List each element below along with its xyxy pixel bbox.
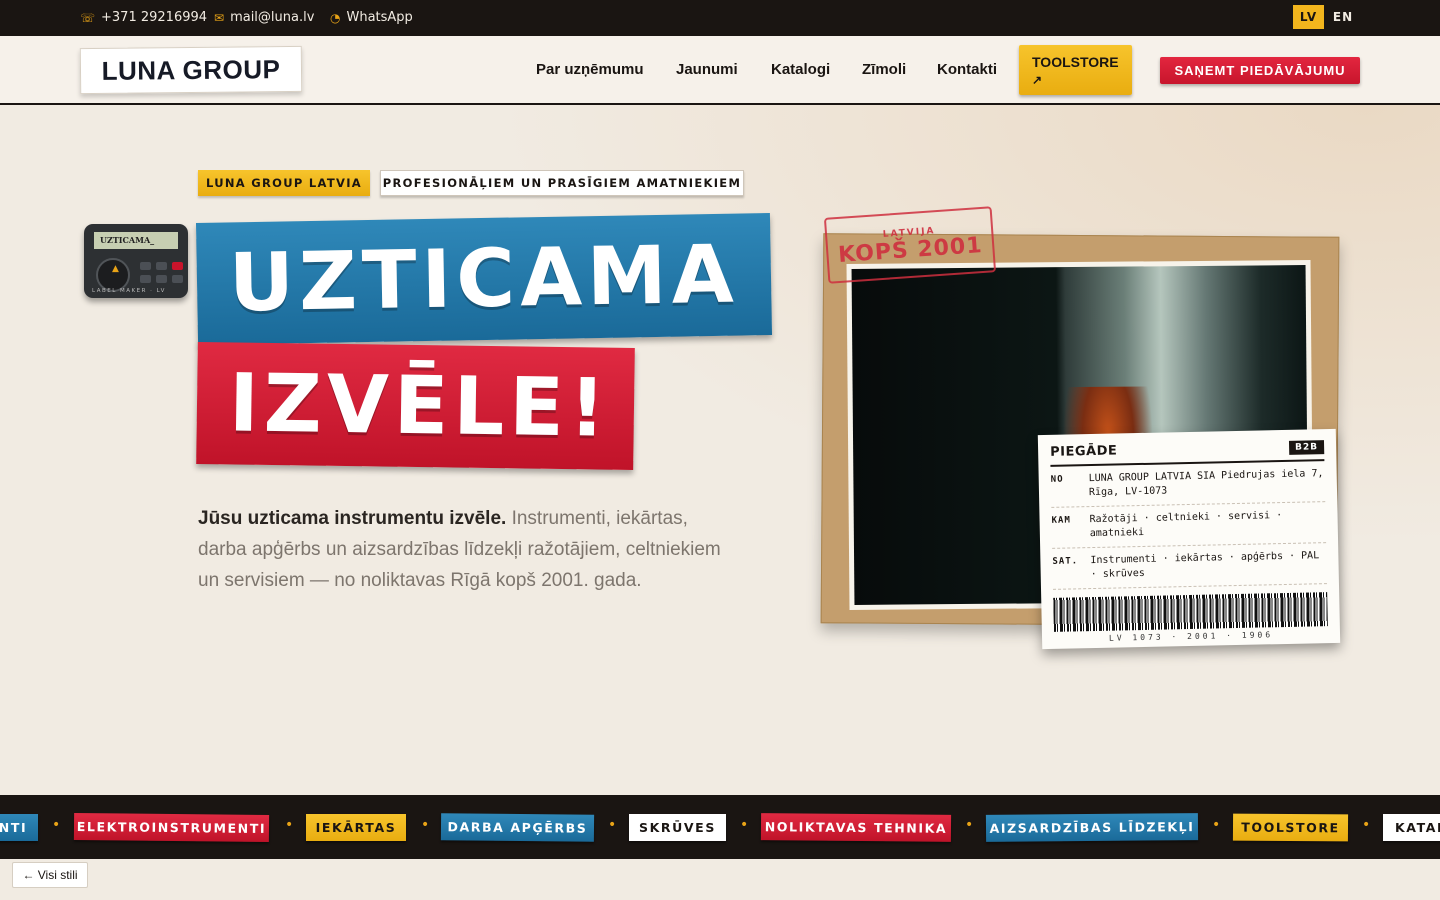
email-address: mail@luna.lv [230,10,315,25]
barcode [1053,592,1328,632]
hero-title-line2-text: IZVĒLE! [228,356,612,455]
hero-title-line2: IZVĒLE! [196,341,635,471]
site-header: LUNA GROUP Par uzņēmumu Jaunumi Katalogi… [0,36,1440,105]
shipping-row-key: SAT. [1052,556,1079,567]
label-maker-screen: UZTICAMA_ [94,232,178,249]
ticker-chip[interactable]: NOLIKTAVAS TEHNIKA [760,813,952,842]
b2b-badge: B2B [1288,439,1325,455]
nav-about[interactable]: Par uzņēmumu [536,61,644,78]
dial-arrow-icon: ▲ [112,264,119,274]
ticker-separator: • [608,817,617,833]
label-maker-key [156,262,167,270]
shipping-row-to: KAM Ražotāji · celtnieki · servisi · ama… [1051,502,1327,549]
label-maker-brand: LABEL MAKER · LV [92,288,166,294]
toolstore-button[interactable]: TOOLSTORE ↗ [1019,45,1132,95]
nav-contacts[interactable]: Kontakti [937,61,997,78]
shipping-row-value: LUNA GROUP LATVIA SIA Piedrujas iela 7, … [1088,468,1324,499]
toolstore-label: TOOLSTORE [1032,54,1119,70]
label-maker-key [140,275,151,283]
nav-news[interactable]: Jaunumi [676,61,738,78]
label-maker-dial: ▲ [96,258,130,292]
shipping-row-from: NO LUNA GROUP LATVIA SIA Piedrujas iela … [1050,461,1326,508]
ticker-separator: • [740,817,749,833]
ticker-chip[interactable]: TOOLSTORE [1232,813,1349,842]
ticker-separator: • [52,817,61,833]
ticker-separator: • [1362,817,1371,833]
hero-tag-secondary: PROFESIONĀĻIEM UN PRASĪGIEM AMATNIEKIEM [380,170,744,196]
nav-brands[interactable]: Zīmoli [862,61,906,78]
ticker-separator: • [421,817,430,833]
lang-lv-button[interactable]: LV [1293,5,1324,29]
logo[interactable]: LUNA GROUP [79,45,303,95]
hero-intro: Jūsu uzticama instrumentu izvēle. Instru… [198,503,738,596]
shipping-row-key: NO [1050,474,1064,485]
whatsapp-link[interactable]: ◔ WhatsApp [330,10,413,25]
shipping-row-value: Instrumenti · iekārtas · apģērbs · PAL ·… [1090,550,1320,581]
shipping-row-contents: SAT. Instrumenti · iekārtas · apģērbs · … [1052,543,1327,590]
mail-icon: ✉ [214,10,225,25]
hero-tag-primary: LUNA GROUP LATVIA [198,170,370,196]
external-link-icon: ↗ [1032,73,1043,87]
whatsapp-icon: ◔ [330,10,341,25]
category-ticker: NTI • ELEKTROINSTRUMENTI • IEKĀRTAS • DA… [0,795,1440,859]
lang-en-button[interactable]: EN [1328,5,1358,29]
ticker-separator: • [285,817,294,833]
ticker-chip[interactable]: DARBA APĢĒRBS [440,813,595,842]
ticker-chip[interactable]: SKRŪVES [629,814,726,841]
ticker-chip[interactable]: ELEKTROINSTRUMENTI [73,812,270,843]
label-maker-key [140,262,151,270]
whatsapp-label: WhatsApp [346,10,413,25]
ticker-chip[interactable]: IEKĀRTAS [306,814,406,841]
since-stamp: LATVIJA KOPŠ 2001 [823,206,997,284]
shipping-row-value: Ražotāji · celtnieki · servisi · amatnie… [1089,510,1283,540]
phone-icon: ☏ [80,10,96,25]
ticker-chip[interactable]: NTI [0,814,38,841]
phone-number: +371 29216994 [101,10,208,25]
label-maker-key [156,275,167,283]
shipping-label: PIEGĀDE B2B NO LUNA GROUP LATVIA SIA Pie… [1037,428,1341,650]
ticker-chip[interactable]: KATAL [1383,814,1440,841]
email-link[interactable]: ✉ mail@luna.lv [214,10,314,25]
phone-link[interactable]: ☏ +371 29216994 [80,10,207,25]
ticker-separator: • [1212,817,1221,833]
shipping-label-title: PIEGĀDE [1049,443,1118,460]
barcode-text: LV 1073 · 2001 · 1906 [1108,630,1274,643]
label-maker-key [172,262,183,270]
ticker-separator: • [965,817,974,833]
hero-title-line1-text: UZTICAMA [228,227,740,330]
stamp-year: KOPŠ 2001 [837,232,984,268]
ticker-chip[interactable]: AIZSARDZĪBAS LĪDZEKĻI [985,813,1199,842]
hero-intro-bold: Jūsu uzticama instrumentu izvēle. [198,508,507,529]
label-maker-key [172,275,183,283]
label-maker-illustration: UZTICAMA_ ▲ LABEL MAKER · LV [84,224,188,298]
shipping-row-key: KAM [1051,515,1071,526]
get-quote-button[interactable]: SAŅEMT PIEDĀVĀJUMU [1160,57,1360,84]
nav-catalogs[interactable]: Katalogi [771,61,830,78]
hero-title-line1: UZTICAMA [195,213,773,345]
top-bar: ☏ +371 29216994 ✉ mail@luna.lv ◔ WhatsAp… [0,0,1440,36]
all-styles-button[interactable]: ← Visi stili [12,862,88,888]
